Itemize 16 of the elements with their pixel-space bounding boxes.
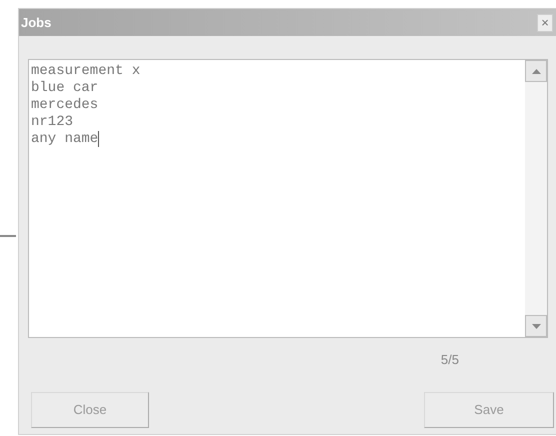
text-line: mercedes: [31, 97, 98, 114]
save-button[interactable]: Save: [424, 392, 554, 428]
down-arrow-icon: [532, 324, 540, 328]
scroll-up-button[interactable]: [525, 60, 547, 82]
text-line: measurement x: [31, 63, 140, 80]
item-counter: 5/5: [440, 351, 459, 369]
scroll-down-button[interactable]: [525, 315, 547, 337]
scrollbar[interactable]: [525, 60, 547, 337]
text-line: nr123: [31, 114, 74, 131]
text-cursor: [98, 131, 100, 147]
window-title: Jobs: [21, 14, 52, 32]
text-line: blue car: [31, 80, 98, 97]
close-button[interactable]: ×: [537, 14, 553, 32]
close-button[interactable]: Close: [31, 392, 149, 428]
text-line: any name: [31, 131, 100, 148]
up-arrow-icon: [532, 68, 540, 74]
